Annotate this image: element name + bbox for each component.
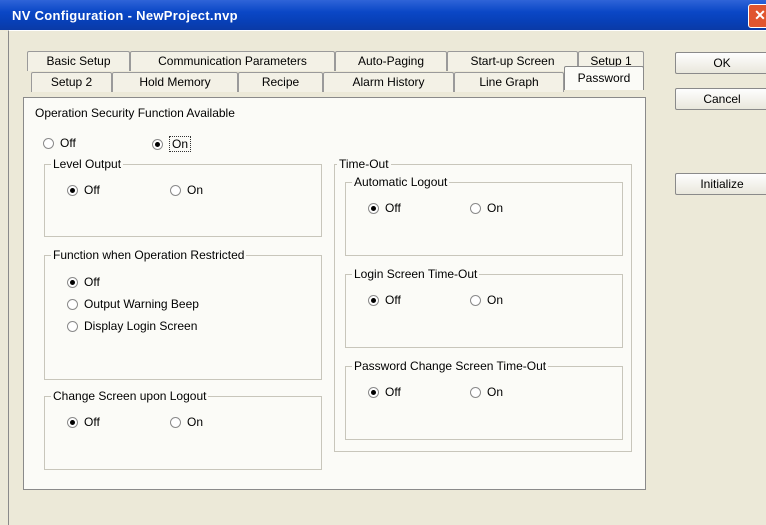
restricted-off-label: Off <box>84 275 100 289</box>
radio-icon <box>470 294 481 306</box>
radio-icon <box>470 386 481 398</box>
change-screen-off-radio[interactable]: Off <box>67 415 100 429</box>
restricted-warning-beep-radio[interactable]: Output Warning Beep <box>67 297 199 311</box>
security-off-label: Off <box>60 136 76 150</box>
tab-auto-paging[interactable]: Auto-Paging <box>335 51 447 71</box>
level-output-on-label: On <box>187 183 204 197</box>
radio-icon <box>43 137 54 149</box>
tab-recipe[interactable]: Recipe <box>238 72 323 92</box>
change-screen-on-radio[interactable]: On <box>170 415 203 429</box>
tab-line-graph[interactable]: Line Graph <box>454 72 564 92</box>
level-output-off-radio[interactable]: Off <box>67 183 100 197</box>
tab-communication-parameters[interactable]: Communication Parameters <box>130 51 335 71</box>
radio-icon <box>170 416 181 428</box>
timeout-legend: Time-Out <box>337 157 391 171</box>
radio-selected-icon <box>368 294 379 306</box>
auto-logout-group: Automatic Logout <box>345 175 623 256</box>
tab-password[interactable]: Password <box>564 66 644 90</box>
radio-selected-icon <box>67 184 78 196</box>
level-output-group: Level Output <box>44 157 322 237</box>
login-timeout-legend: Login Screen Time-Out <box>352 267 480 281</box>
auto-logout-off-label: Off <box>385 201 401 215</box>
tab-basic-setup[interactable]: Basic Setup <box>27 51 130 71</box>
radio-icon <box>67 320 78 332</box>
cancel-button[interactable]: Cancel <box>675 88 766 110</box>
tab-hold-memory[interactable]: Hold Memory <box>112 72 238 92</box>
password-change-timeout-legend: Password Change Screen Time-Out <box>352 359 549 373</box>
auto-logout-off-radio[interactable]: Off <box>368 201 401 215</box>
radio-selected-icon <box>368 386 379 398</box>
level-output-on-radio[interactable]: On <box>170 183 203 197</box>
window-title: NV Configuration - NewProject.nvp <box>12 8 238 23</box>
change-screen-off-label: Off <box>84 415 100 429</box>
security-on-label: On <box>169 136 192 152</box>
auto-logout-legend: Automatic Logout <box>352 175 450 189</box>
login-timeout-off-label: Off <box>385 293 401 307</box>
initialize-button[interactable]: Initialize <box>675 173 766 195</box>
change-screen-on-label: On <box>187 415 204 429</box>
radio-selected-icon <box>67 416 78 428</box>
tab-alarm-history[interactable]: Alarm History <box>323 72 454 92</box>
security-legend: Operation Security Function Available <box>33 106 237 120</box>
password-change-on-radio[interactable]: On <box>470 385 503 399</box>
function-restricted-group: Function when Operation Restricted <box>44 248 322 380</box>
restricted-warning-beep-label: Output Warning Beep <box>84 297 199 311</box>
close-button[interactable]: ✕ <box>748 4 766 28</box>
tab-setup-2[interactable]: Setup 2 <box>31 72 112 92</box>
radio-selected-icon <box>368 202 379 214</box>
login-timeout-off-radio[interactable]: Off <box>368 293 401 307</box>
radio-icon <box>170 184 181 196</box>
radio-selected-icon <box>152 138 163 150</box>
password-change-off-label: Off <box>385 385 401 399</box>
password-change-timeout-group: Password Change Screen Time-Out <box>345 359 623 440</box>
auto-logout-on-radio[interactable]: On <box>470 201 503 215</box>
title-bar: NV Configuration - NewProject.nvp ✕ <box>0 0 766 30</box>
login-timeout-on-radio[interactable]: On <box>470 293 503 307</box>
change-screen-legend: Change Screen upon Logout <box>51 389 209 403</box>
function-restricted-legend: Function when Operation Restricted <box>51 248 247 262</box>
password-tab-panel: Operation Security Function Available Of… <box>23 97 646 490</box>
password-change-on-label: On <box>487 385 504 399</box>
auto-logout-on-label: On <box>487 201 504 215</box>
security-on-radio[interactable]: On <box>152 136 192 152</box>
security-off-radio[interactable]: Off <box>43 136 76 150</box>
restricted-login-screen-radio[interactable]: Display Login Screen <box>67 319 197 333</box>
radio-icon <box>67 298 78 310</box>
tab-start-up-screen[interactable]: Start-up Screen <box>447 51 578 71</box>
radio-selected-icon <box>67 276 78 288</box>
level-output-legend: Level Output <box>51 157 124 171</box>
level-output-off-label: Off <box>84 183 100 197</box>
change-screen-group: Change Screen upon Logout <box>44 389 322 470</box>
ok-button[interactable]: OK <box>675 52 766 74</box>
login-timeout-on-label: On <box>487 293 504 307</box>
restricted-off-radio[interactable]: Off <box>67 275 100 289</box>
restricted-login-screen-label: Display Login Screen <box>84 319 198 333</box>
password-change-off-radio[interactable]: Off <box>368 385 401 399</box>
radio-icon <box>470 202 481 214</box>
login-timeout-group: Login Screen Time-Out <box>345 267 623 348</box>
